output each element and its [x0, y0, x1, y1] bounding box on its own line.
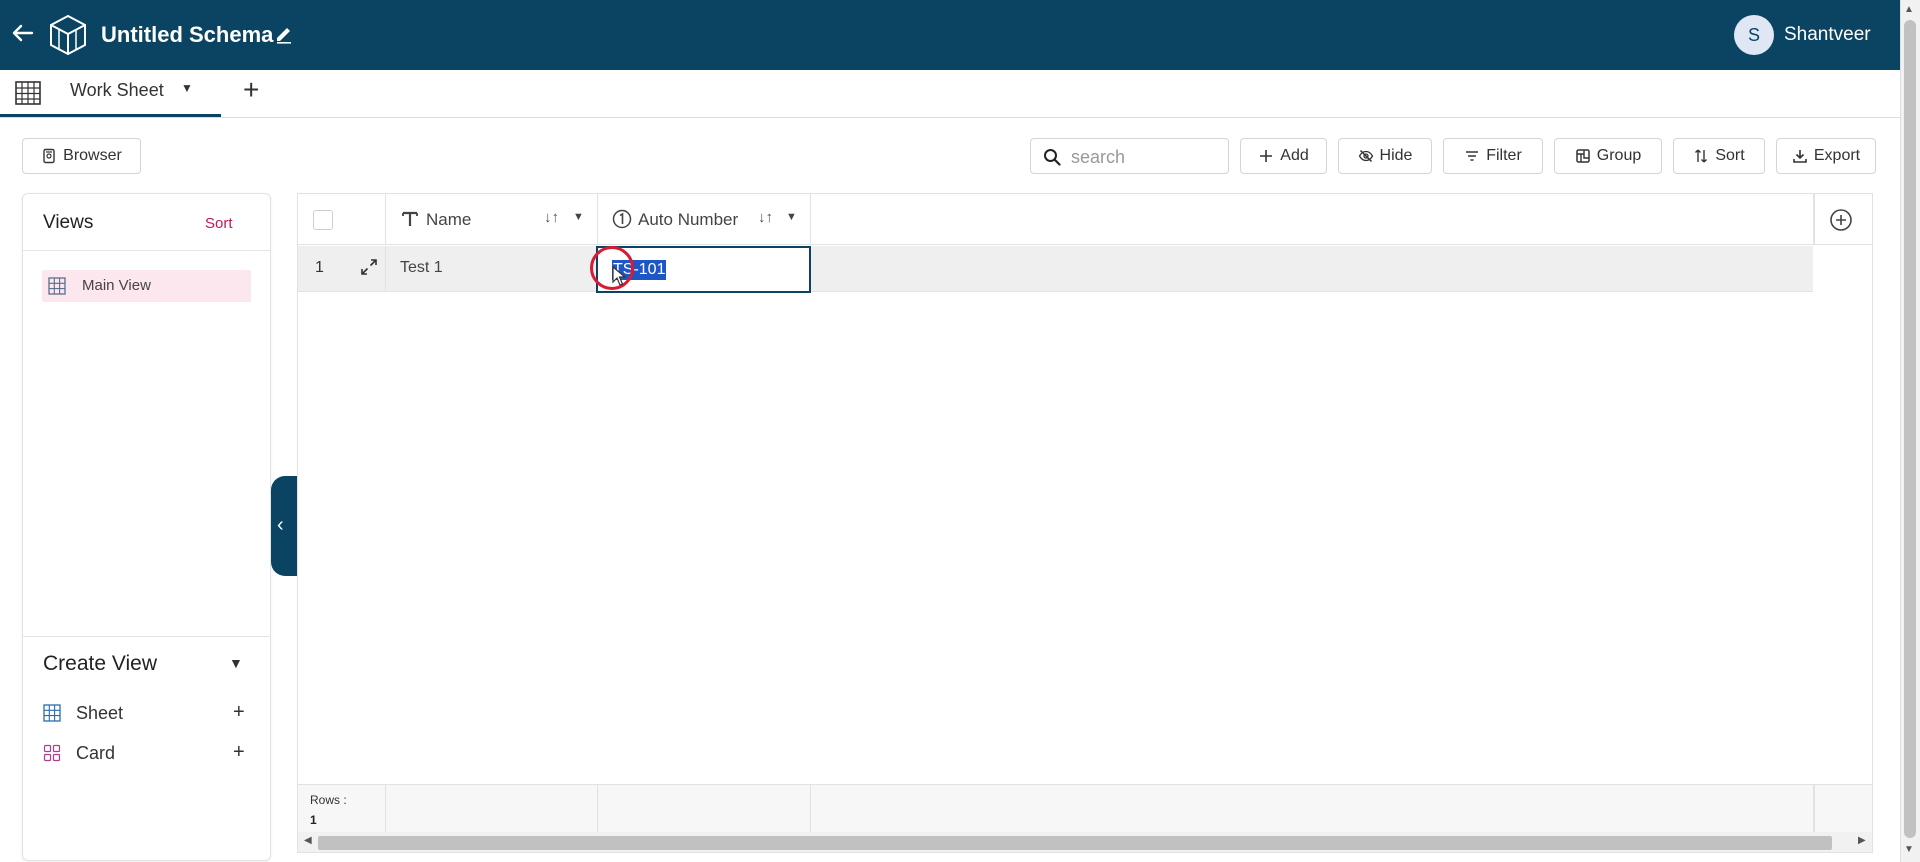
- create-view-card[interactable]: Card +: [43, 739, 253, 767]
- views-sort-link[interactable]: Sort: [205, 215, 233, 232]
- schema-title: Untitled Schema: [101, 22, 274, 47]
- horizontal-scroll-thumb[interactable]: [318, 836, 1832, 850]
- column-header-name[interactable]: Name ↓↑ ▼: [386, 194, 598, 245]
- search-icon: [1044, 149, 1061, 166]
- horizontal-scrollbar[interactable]: ◀ ▶: [298, 832, 1872, 852]
- group-label: Group: [1596, 147, 1642, 164]
- cube-logo-icon: [48, 14, 88, 56]
- expand-row-icon[interactable]: [360, 258, 378, 276]
- eye-slash-icon: [1358, 149, 1373, 163]
- create-view-sheet-label: Sheet: [76, 703, 124, 723]
- create-view-title: Create View: [43, 652, 158, 675]
- table-grid-icon: [14, 80, 42, 106]
- row-index-cell: 1: [298, 246, 386, 292]
- chevron-left-icon: ‹: [277, 514, 284, 536]
- user-name[interactable]: Shantveer: [1784, 24, 1871, 46]
- filter-icon: [1466, 151, 1479, 161]
- plus-icon: [1260, 150, 1273, 162]
- grid-view-icon: [48, 277, 66, 295]
- group-icon: [1576, 149, 1590, 163]
- scroll-left-arrow-icon[interactable]: ◀: [304, 835, 312, 846]
- divider: [23, 636, 270, 637]
- pencil-edit-icon[interactable]: [274, 24, 294, 44]
- add-button[interactable]: Add: [1240, 138, 1327, 174]
- search-box[interactable]: [1030, 138, 1229, 174]
- text-type-icon: [402, 211, 418, 226]
- filter-button[interactable]: Filter: [1443, 138, 1543, 174]
- cell-value: Test 1: [400, 259, 443, 276]
- select-all-checkbox[interactable]: [313, 210, 333, 230]
- mouse-pointer-icon: [612, 266, 626, 286]
- row-number: 1: [315, 259, 324, 276]
- download-icon: [1793, 150, 1807, 163]
- collapse-sidebar-button[interactable]: ‹: [271, 476, 297, 576]
- view-item-label: Main View: [82, 277, 151, 294]
- create-view-card-label: Card: [76, 743, 116, 763]
- browser-icon: [43, 148, 55, 164]
- add-sheet-view-button[interactable]: +: [233, 701, 245, 724]
- sort-arrows-icon[interactable]: ↓↑: [758, 209, 773, 226]
- table-row[interactable]: 1 Test 1: [298, 246, 1813, 292]
- sheet-grid-icon: [43, 704, 61, 722]
- browser-label: Browser: [63, 147, 122, 164]
- name-cell[interactable]: Test 1: [386, 246, 598, 292]
- column-separator: [1813, 194, 1815, 245]
- footer-cell: [598, 785, 811, 833]
- tab-label: Work Sheet: [70, 80, 164, 100]
- chevron-down-icon[interactable]: ▼: [573, 211, 584, 223]
- export-button[interactable]: Export: [1776, 138, 1876, 174]
- divider: [23, 250, 270, 251]
- grid-footer: Rows : 1: [298, 784, 1872, 833]
- view-item-main-view[interactable]: Main View: [42, 270, 251, 302]
- rows-label: Rows :: [310, 793, 347, 807]
- views-title: Views: [43, 212, 94, 233]
- footer-cell: [386, 785, 598, 833]
- group-button[interactable]: Group: [1554, 138, 1662, 174]
- add-column-plus-icon[interactable]: [1829, 208, 1853, 232]
- data-grid: Name ↓↑ ▼ Auto Number ↓↑ ▼ 1 Test 1 TS-1…: [297, 193, 1873, 853]
- rows-count-cell: Rows : 1: [298, 785, 386, 833]
- scroll-down-arrow-icon[interactable]: ▼: [1904, 844, 1914, 855]
- worksheet-tab-bar: Work Sheet ▼ +: [0, 70, 1900, 118]
- column-label: Auto Number: [638, 210, 739, 229]
- column-label: Name: [426, 210, 472, 229]
- rows-count: 1: [310, 813, 317, 827]
- sort-button[interactable]: Sort: [1673, 138, 1765, 174]
- select-all-cell: [298, 194, 386, 245]
- card-grid-icon: [43, 744, 61, 762]
- hide-button[interactable]: Hide: [1338, 138, 1432, 174]
- hide-label: Hide: [1379, 147, 1413, 164]
- filter-label: Filter: [1486, 147, 1522, 164]
- export-label: Export: [1813, 147, 1861, 164]
- add-label: Add: [1280, 147, 1309, 164]
- add-card-view-button[interactable]: +: [233, 741, 245, 764]
- column-header-auto-number[interactable]: Auto Number ↓↑ ▼: [598, 194, 811, 245]
- scroll-up-arrow-icon[interactable]: ▲: [1904, 4, 1914, 15]
- scroll-right-arrow-icon[interactable]: ▶: [1858, 835, 1866, 846]
- page-scroll-thumb[interactable]: [1904, 20, 1916, 838]
- add-tab-button[interactable]: +: [243, 74, 259, 106]
- sort-label: Sort: [1715, 147, 1745, 164]
- views-sidebar: Views Sort Main View Create View ▼ Sheet…: [22, 193, 271, 861]
- tab-work-sheet[interactable]: Work Sheet ▼: [0, 70, 221, 117]
- search-input[interactable]: [1071, 143, 1221, 171]
- sort-arrows-icon: [1695, 149, 1708, 163]
- browser-button[interactable]: Browser: [22, 138, 141, 174]
- footer-separator: [1813, 785, 1815, 833]
- auto-number-type-icon: [612, 209, 632, 229]
- chevron-down-icon[interactable]: ▼: [786, 211, 797, 223]
- grid-header: Name ↓↑ ▼ Auto Number ↓↑ ▼: [298, 194, 1872, 245]
- sort-arrows-icon[interactable]: ↓↑: [544, 209, 559, 226]
- chevron-down-icon[interactable]: ▼: [229, 655, 243, 671]
- create-view-sheet[interactable]: Sheet +: [43, 699, 253, 727]
- app-header: Untitled Schema S Shantveer: [0, 0, 1900, 70]
- back-arrow-icon[interactable]: [10, 20, 40, 50]
- user-avatar[interactable]: S: [1734, 15, 1774, 55]
- chevron-down-icon[interactable]: ▼: [181, 81, 193, 95]
